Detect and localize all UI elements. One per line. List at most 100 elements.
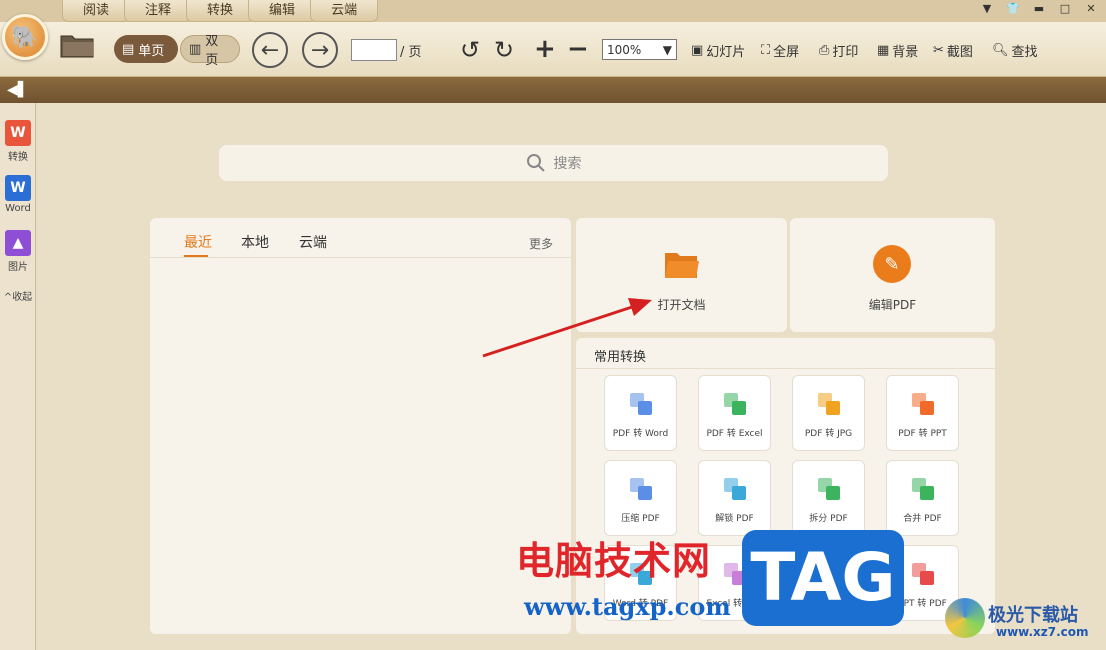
prev-page-icon[interactable]: ← xyxy=(252,32,288,68)
double-page-button[interactable]: ▥ 双页 xyxy=(180,34,240,68)
conversion-tile[interactable]: PDF 转 Excel xyxy=(698,375,771,451)
toolbar: 🐘 ▤ 单页 ▥ 双页 ← → / 页 ↺ ↻ + − 100% ▼ ▣ 幻灯片 … xyxy=(0,14,1106,77)
sidebar-collapse[interactable]: ^收起 xyxy=(0,288,36,303)
conversion-label: 压缩 PDF xyxy=(621,514,660,524)
sidebar-item-label: Word xyxy=(5,203,31,214)
conversion-tile[interactable]: PDF 转 Word xyxy=(604,375,677,451)
window-controls: ▼ 👕 ▬ □ ✕ xyxy=(980,2,1098,15)
tab-local[interactable]: 本地 xyxy=(241,232,269,252)
open-folder-icon[interactable] xyxy=(60,32,94,58)
menu-tab-annotate[interactable]: 注释 xyxy=(124,0,193,22)
tab-recent[interactable]: 最近 xyxy=(184,232,212,252)
double-page-icon: ▥ xyxy=(189,41,202,57)
edit-pdf-label: 编辑PDF xyxy=(868,298,917,312)
conversion-icon xyxy=(630,478,652,500)
conversion-label: PDF 转 JPG xyxy=(804,429,853,439)
menu-tab-cloud[interactable]: 云端 xyxy=(310,0,379,22)
conversion-label: PDF 转 Word xyxy=(612,429,669,439)
slideshow-label: 幻灯片 xyxy=(706,45,746,60)
watermark-tag-logo: TAG xyxy=(742,530,904,626)
conversion-tile[interactable]: PDF 转 PPT xyxy=(886,375,959,451)
conversion-label: 解锁 PDF xyxy=(715,514,754,524)
conversion-icon xyxy=(630,393,652,415)
conversion-icon xyxy=(818,393,840,415)
background-button[interactable]: ▦ 背景 xyxy=(877,41,918,60)
minimize-icon[interactable]: ▬ xyxy=(1032,2,1046,15)
tab-cloud[interactable]: 云端 xyxy=(299,232,327,252)
zoom-value: 100% xyxy=(607,42,642,57)
watermark-site-logo xyxy=(945,598,985,638)
pdf-convert-icon: W xyxy=(5,120,31,146)
print-button[interactable]: ⎙ 打印 xyxy=(819,41,858,60)
dropdown-menu-icon[interactable]: ▼ xyxy=(980,2,994,15)
next-page-icon[interactable]: → xyxy=(302,32,338,68)
conversion-icon xyxy=(724,478,746,500)
zoom-out-icon[interactable]: − xyxy=(567,34,589,64)
rotate-right-icon[interactable]: ↻ xyxy=(494,36,514,64)
search-input[interactable]: 搜索 xyxy=(219,145,888,181)
menu-tab-edit[interactable]: 编辑 xyxy=(248,0,317,22)
fullscreen-label: 全屏 xyxy=(773,45,800,60)
edit-pdf-card[interactable]: ✎ 编辑PDF xyxy=(790,218,995,332)
open-document-card[interactable]: 打开文档 xyxy=(576,218,787,332)
zoom-in-icon[interactable]: + xyxy=(534,34,556,64)
conversion-icon xyxy=(912,478,934,500)
page-number-input[interactable] xyxy=(351,39,397,61)
maximize-icon[interactable]: □ xyxy=(1058,2,1072,15)
menu-tab-convert[interactable]: 转换 xyxy=(186,0,255,22)
menu-tab-read[interactable]: 阅读 xyxy=(62,0,131,22)
skin-icon[interactable]: 👕 xyxy=(1006,2,1020,15)
sidebar-item-convert[interactable]: W 转换 xyxy=(0,120,36,163)
pencil-icon: ✎ xyxy=(873,245,911,283)
zoom-select[interactable]: 100% ▼ xyxy=(602,39,677,60)
find-label: 查找 xyxy=(1011,45,1038,60)
conversion-tile[interactable]: 合并 PDF xyxy=(886,460,959,536)
image-icon: ▲ xyxy=(5,230,31,256)
fullscreen-button[interactable]: ⛶ 全屏 xyxy=(761,41,799,60)
screenshot-button[interactable]: ✂ 截图 xyxy=(933,41,973,60)
conversion-icon xyxy=(912,563,934,585)
rotate-left-icon[interactable]: ↺ xyxy=(460,36,480,64)
double-page-label: 双页 xyxy=(205,34,219,68)
left-sidebar: W 转换 W Word ▲ 图片 ^收起 xyxy=(0,103,36,650)
single-page-button[interactable]: ▤ 单页 xyxy=(114,35,178,63)
scissors-icon: ✂ xyxy=(933,43,944,58)
single-page-icon: ▤ xyxy=(122,41,135,57)
app-logo[interactable]: 🐘 xyxy=(2,14,48,60)
close-icon[interactable]: ✕ xyxy=(1084,2,1098,15)
conversion-tile[interactable]: 拆分 PDF xyxy=(792,460,865,536)
watermark-text: 电脑技术网 xyxy=(516,539,712,583)
watermark-url: www.tagxp.com xyxy=(524,592,731,621)
conversion-label: PDF 转 Excel xyxy=(706,429,763,439)
conversion-label: 合并 PDF xyxy=(903,514,942,524)
conversion-tile[interactable]: PDF 转 JPG xyxy=(792,375,865,451)
slideshow-button[interactable]: ▣ 幻灯片 xyxy=(691,41,745,60)
print-label: 打印 xyxy=(832,45,859,60)
conversion-label: 拆分 PDF xyxy=(809,514,848,524)
open-document-label: 打开文档 xyxy=(657,298,706,312)
word-icon: W xyxy=(5,175,31,201)
conversion-tile[interactable]: 压缩 PDF xyxy=(604,460,677,536)
sidebar-item-word[interactable]: W Word xyxy=(0,175,36,214)
page-suffix: / 页 xyxy=(400,45,422,60)
sidebar-item-label: 图片 xyxy=(8,262,28,273)
conversion-icon xyxy=(724,393,746,415)
background-icon: ▦ xyxy=(877,43,890,58)
more-link[interactable]: 更多 xyxy=(529,235,553,252)
find-button[interactable]: 🔍︎ 查找 xyxy=(992,41,1038,60)
active-tab-indicator xyxy=(184,255,208,257)
collapse-sidebar-icon[interactable]: ◀▌ xyxy=(7,82,29,98)
menu-tabs: 阅读 注释 转换 编辑 云端 xyxy=(62,0,379,22)
single-page-label: 单页 xyxy=(138,43,165,59)
collapse-label: 收起 xyxy=(12,292,33,303)
conversion-label: PDF 转 PPT xyxy=(898,429,947,439)
sidebar-item-image[interactable]: ▲ 图片 xyxy=(0,230,36,273)
conversion-tile[interactable]: 解锁 PDF xyxy=(698,460,771,536)
slideshow-icon: ▣ xyxy=(691,43,704,58)
divider xyxy=(576,368,995,369)
search-placeholder: 搜索 xyxy=(553,156,582,172)
search-icon xyxy=(526,154,545,172)
recent-tabs: 最近 本地 云端 更多 xyxy=(150,218,571,258)
background-label: 背景 xyxy=(892,45,919,60)
sub-bar: ◀▌ xyxy=(0,77,1106,103)
